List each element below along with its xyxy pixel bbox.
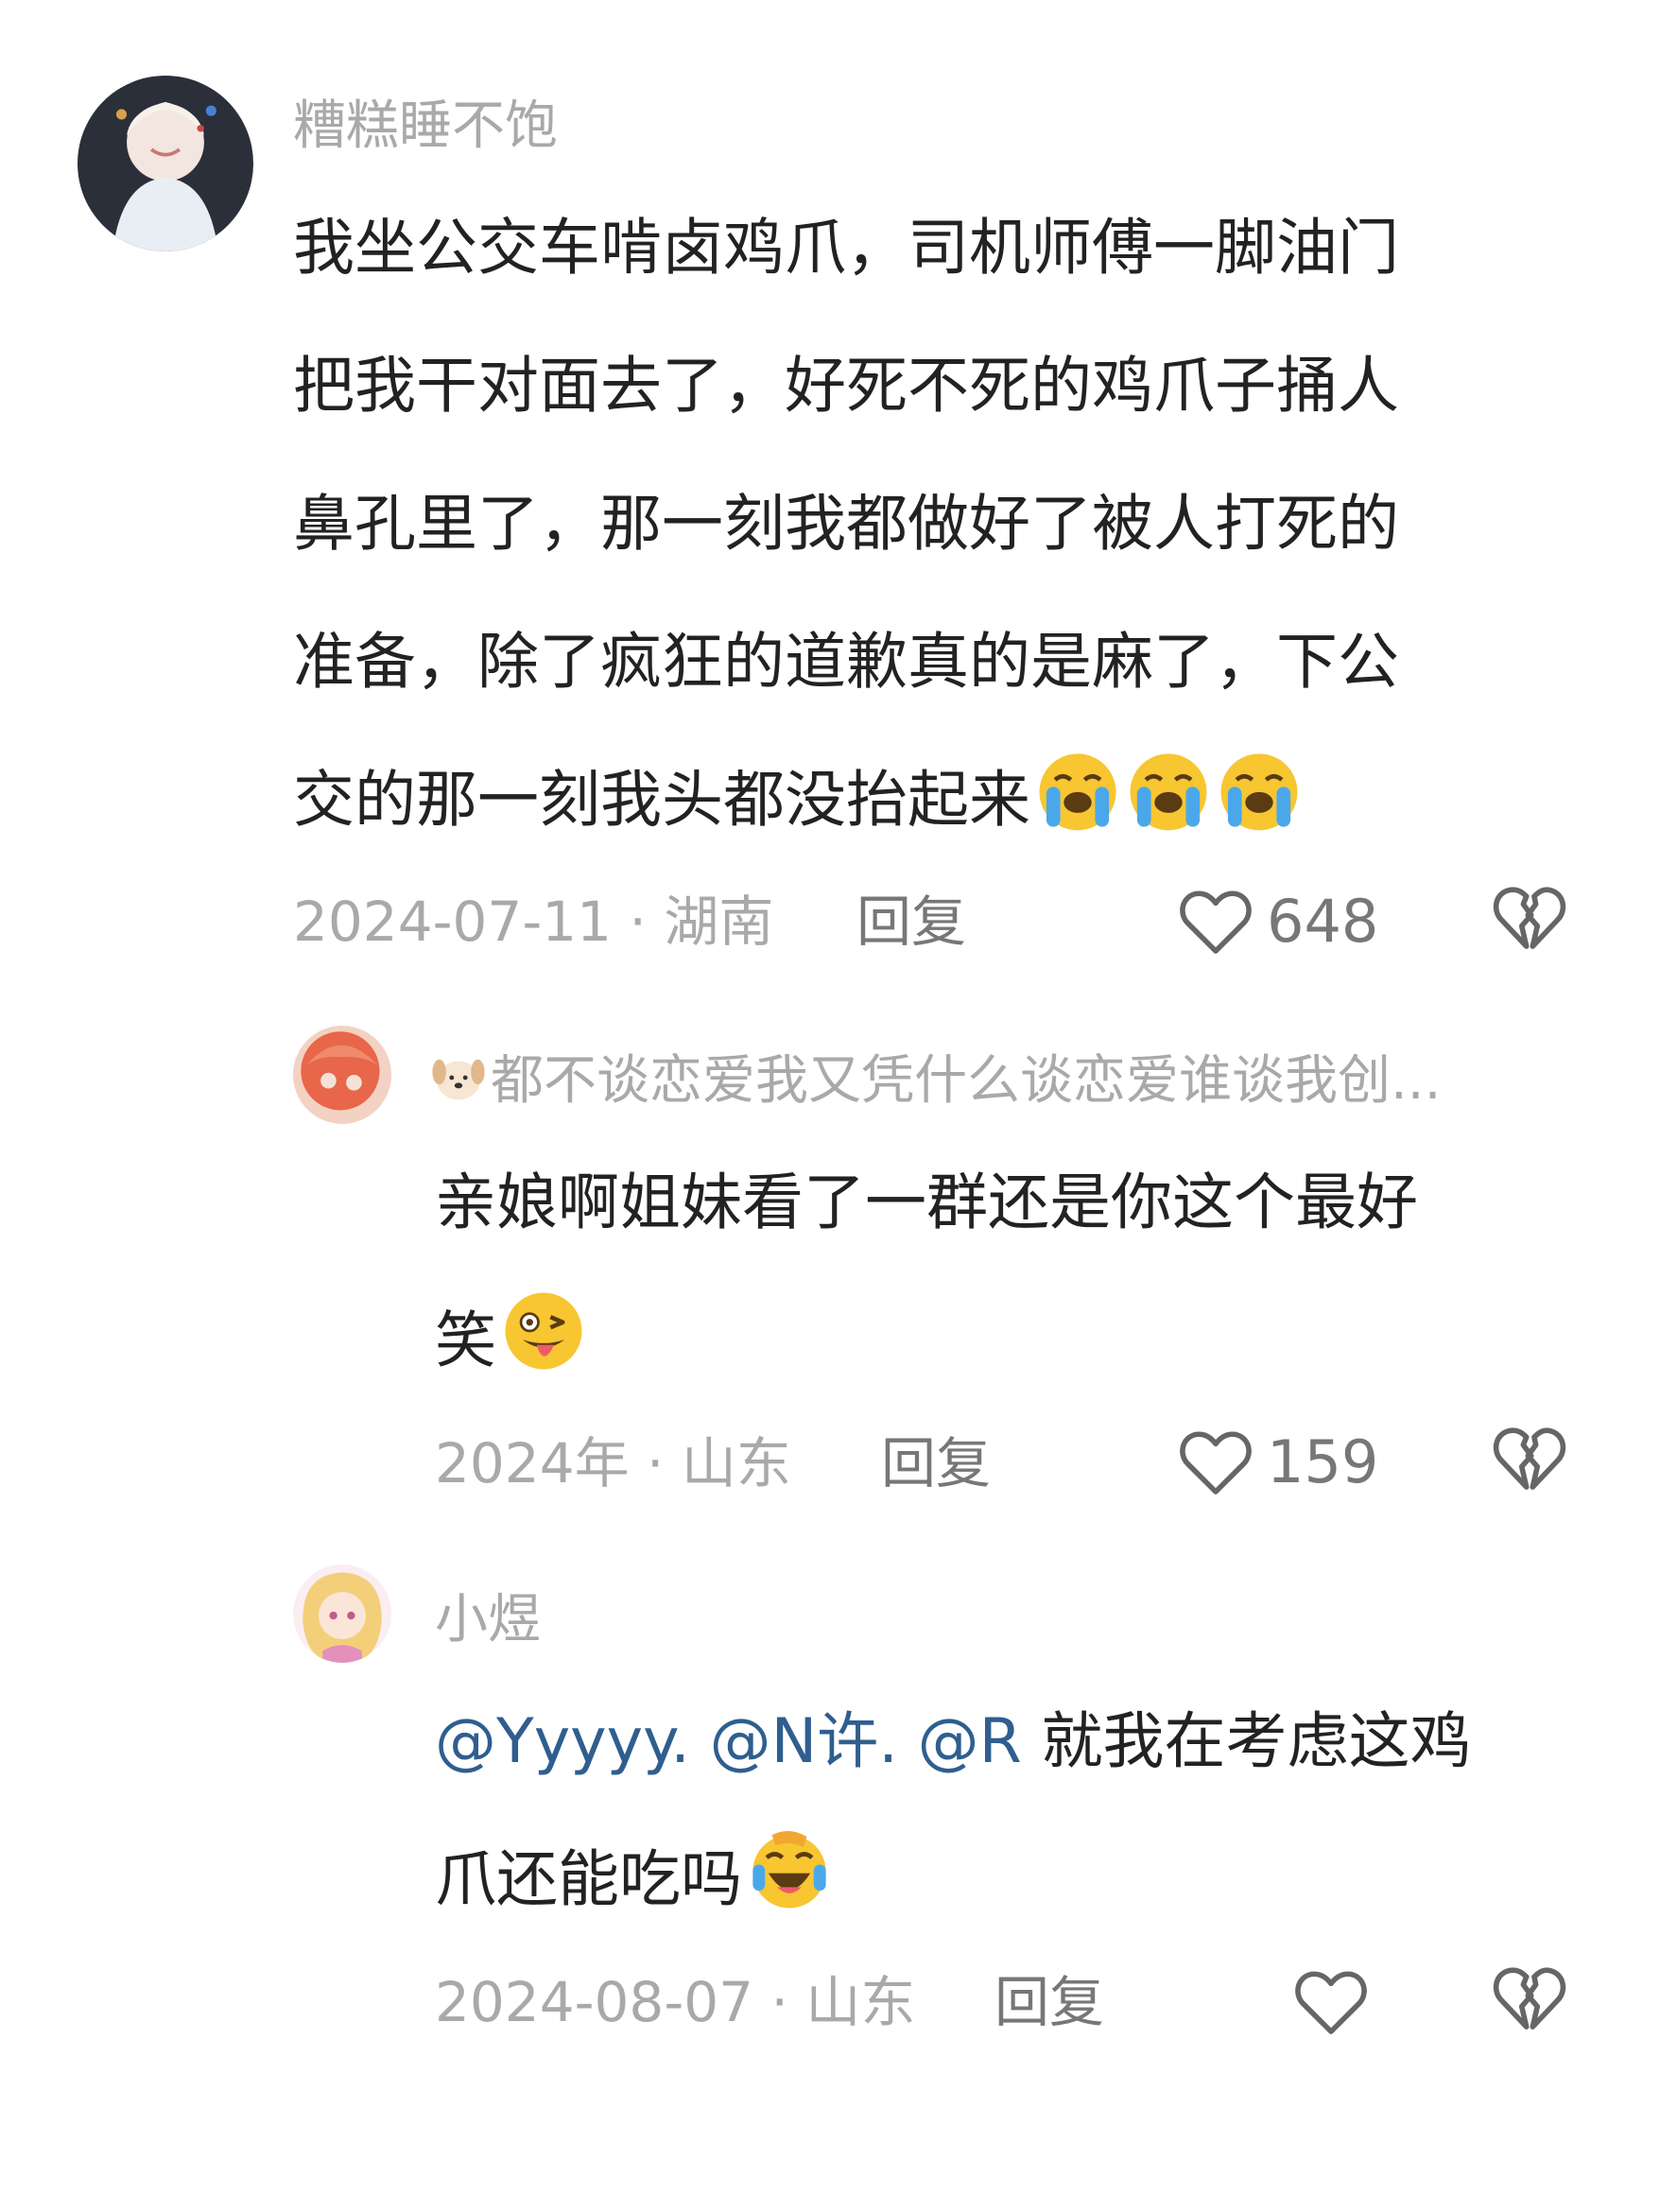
avatar[interactable]	[293, 1026, 391, 1124]
dislike-button[interactable]	[1492, 884, 1567, 959]
mention-link[interactable]: @R	[918, 1706, 1022, 1777]
comment-text: 我坐公交车啃卤鸡爪，司机师傅一脚油门 把我干对面去了，好死不死的鸡爪子捅人 鼻孔…	[293, 180, 1617, 870]
comment-date-location: 2024年 · 山东	[435, 1431, 791, 1495]
comment-line: 爪还能吃吗	[435, 1811, 1626, 1949]
avatar[interactable]	[293, 1564, 391, 1663]
like-button[interactable]: 648	[1178, 884, 1378, 959]
comment-line: 笑	[435, 1272, 1617, 1410]
mention-link[interactable]: @Yyyyy.	[435, 1706, 690, 1777]
heart-icon	[1178, 1428, 1254, 1496]
comment-line: 亲娘啊姐妹看了一群还是你这个最好	[435, 1167, 1419, 1238]
username[interactable]: 小煜	[435, 1588, 1002, 1652]
broken-heart-icon	[1492, 884, 1567, 956]
comment-line: 准备，除了疯狂的道歉真的是麻了，下公	[293, 627, 1400, 698]
like-button[interactable]: 159	[1178, 1425, 1378, 1500]
winking-face-with-tongue-icon	[500, 1287, 587, 1374]
mention-link[interactable]: @N许.	[710, 1706, 898, 1777]
username[interactable]: 都不谈恋爱我又凭什么谈恋爱谁谈我创...	[430, 1049, 1565, 1114]
loudly-crying-face-icon	[1216, 747, 1303, 834]
like-count: 159	[1267, 1427, 1379, 1496]
comment-line: 交的那一刻我头都没抬起来	[293, 732, 1617, 870]
broken-heart-icon	[1492, 1964, 1567, 2036]
username[interactable]: 糟糕睡不饱	[293, 95, 1144, 159]
comment-date-location: 2024-08-07 · 山东	[435, 1970, 916, 2034]
like-button[interactable]	[1293, 1964, 1382, 2040]
comment-text: @Yyyyy. @N许. @R 就我在考虑这鸡 爪还能吃吗	[435, 1673, 1626, 1949]
heart-icon	[1178, 888, 1254, 956]
comment-line: @Yyyyy. @N许. @R 就我在考虑这鸡	[435, 1706, 1472, 1777]
comment-text: 亲娘啊姐妹看了一群还是你这个最好 笑	[435, 1134, 1617, 1410]
loudly-crying-face-icon	[1125, 747, 1212, 834]
dislike-button[interactable]	[1492, 1425, 1567, 1500]
reply-button[interactable]: 回复	[881, 1430, 991, 1496]
rolling-laughing-face-icon	[746, 1826, 833, 1913]
heart-icon	[1293, 1968, 1369, 2036]
dislike-button[interactable]	[1492, 1964, 1567, 2040]
comment-line: 我坐公交车啃卤鸡爪，司机师傅一脚油门	[293, 213, 1400, 284]
broken-heart-icon	[1492, 1425, 1567, 1496]
reply-button[interactable]: 回复	[856, 889, 966, 955]
comment-line: 鼻孔里了，那一刻我都做好了被人打死的	[293, 489, 1400, 560]
comment-date-location: 2024-07-11 · 湖南	[293, 890, 774, 954]
comment-line: 把我干对面去了，好死不死的鸡爪子捅人	[293, 351, 1400, 422]
loudly-crying-face-icon	[1034, 747, 1121, 834]
like-count: 648	[1267, 887, 1379, 956]
avatar[interactable]	[78, 76, 253, 251]
reply-button[interactable]: 回复	[994, 1969, 1104, 2035]
dog-face-icon	[430, 1049, 487, 1106]
